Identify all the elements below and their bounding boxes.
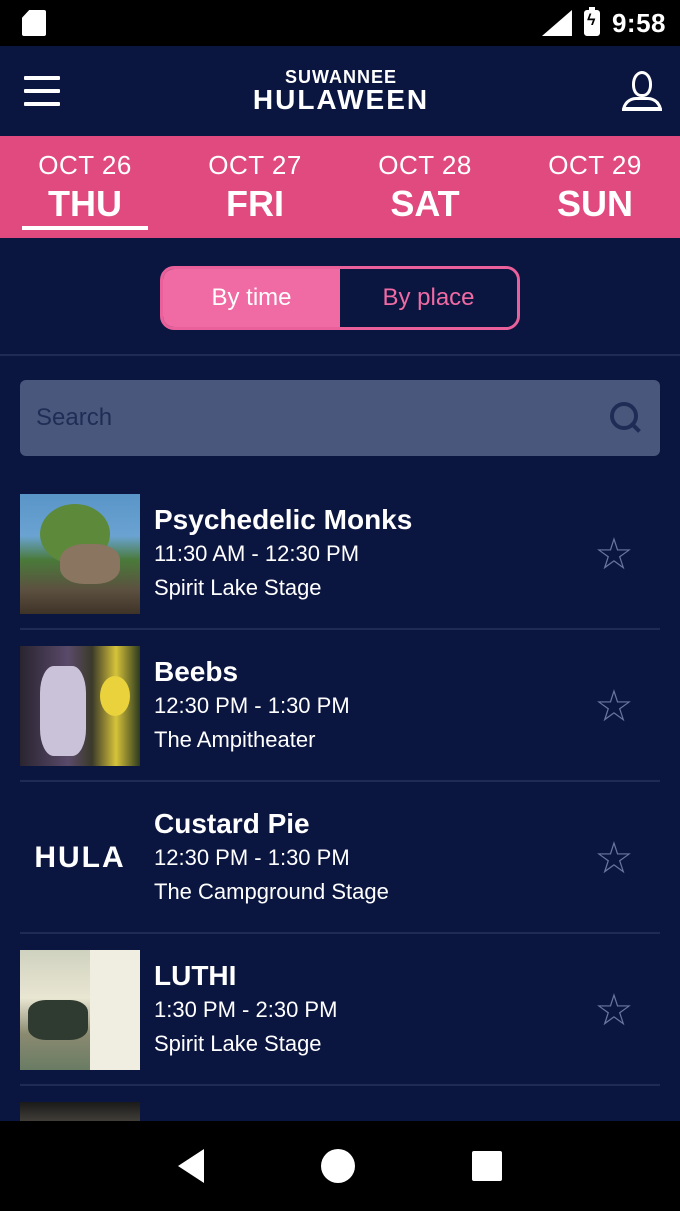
search-icon[interactable]: [608, 400, 644, 436]
view-toggle: By time By place: [160, 266, 520, 330]
star-icon[interactable]: ☆: [584, 980, 644, 1040]
divider: [0, 354, 680, 356]
tab-fri[interactable]: OCT 27 FRI: [170, 136, 340, 238]
stage-name: Spirit Lake Stage: [154, 1031, 322, 1056]
by-time-button[interactable]: By time: [163, 269, 340, 327]
artist-name: Psychedelic Monks: [154, 504, 413, 535]
search-bar: [20, 380, 660, 456]
tab-date: OCT 26: [38, 149, 132, 180]
recents-icon[interactable]: [471, 1151, 502, 1181]
sd-card-icon: [22, 10, 46, 36]
hula-logo-thumbnail: HULA: [20, 798, 140, 918]
artist-thumbnail: [20, 950, 140, 1070]
artist-thumbnail: [20, 494, 140, 614]
day-tabs: OCT 26 THU OCT 27 FRI OCT 28 SAT OCT 29 …: [0, 136, 680, 238]
battery-icon: [583, 7, 600, 36]
artist-name: Custard Pie: [154, 808, 310, 839]
set-time: 11:30 AM - 12:30 PM: [154, 541, 360, 566]
set-time: 1:30 PM - 2:30 PM: [154, 997, 338, 1022]
hula-logo: HULA: [34, 841, 126, 874]
artist-name: LUTHI: [154, 960, 237, 991]
list-item[interactable]: Beebs 12:30 PM - 1:30 PM The Ampitheater…: [0, 630, 680, 782]
set-info: Psychedelic Monks 11:30 AM - 12:30 PM Sp…: [154, 503, 584, 605]
status-time: 9:58: [611, 7, 666, 38]
system-nav-bar: [0, 1121, 680, 1211]
search-input[interactable]: [36, 404, 536, 432]
tab-date: OCT 27: [208, 149, 302, 180]
by-place-button[interactable]: By place: [340, 269, 517, 327]
app-bar: SUWANNEE HULAWEEN: [0, 46, 680, 136]
tab-sun[interactable]: OCT 29 SUN: [510, 136, 680, 238]
stage-name: The Campground Stage: [154, 879, 389, 904]
set-info: Custard Pie 12:30 PM - 1:30 PM The Campg…: [154, 807, 584, 909]
list-item[interactable]: Psychedelic Monks 11:30 AM - 12:30 PM Sp…: [0, 478, 680, 630]
profile-icon[interactable]: [621, 71, 662, 111]
artist-name: Beebs: [154, 656, 239, 687]
tab-day: THU: [48, 182, 122, 224]
status-bar: 9:58: [0, 0, 680, 46]
set-info: Beebs 12:30 PM - 1:30 PM The Ampitheater: [154, 655, 584, 757]
artist-thumbnail: [20, 646, 140, 766]
home-icon[interactable]: [320, 1149, 355, 1183]
set-info: LUTHI 1:30 PM - 2:30 PM Spirit Lake Stag…: [154, 959, 584, 1061]
star-icon[interactable]: ☆: [584, 676, 644, 736]
star-icon[interactable]: ☆: [584, 828, 644, 888]
tab-date: OCT 28: [378, 149, 472, 180]
star-icon[interactable]: ☆: [584, 524, 644, 584]
stage-name: Spirit Lake Stage: [154, 575, 322, 600]
tab-day: SAT: [390, 182, 460, 224]
app-logo: SUWANNEE HULAWEEN: [253, 68, 429, 114]
tab-date: OCT 29: [548, 149, 642, 180]
stage-name: The Ampitheater: [154, 727, 316, 752]
menu-icon[interactable]: [24, 76, 60, 106]
list-item[interactable]: HULA Custard Pie 12:30 PM - 1:30 PM The …: [0, 782, 680, 934]
tab-sat[interactable]: OCT 28 SAT: [340, 136, 510, 238]
set-time: 12:30 PM - 1:30 PM: [154, 693, 350, 718]
signal-icon: [542, 10, 572, 36]
logo-line2: HULAWEEN: [252, 84, 430, 115]
status-indicators: 9:58: [542, 7, 666, 39]
back-icon[interactable]: [178, 1149, 205, 1183]
set-time: 12:30 PM - 1:30 PM: [154, 845, 350, 870]
schedule-list: Psychedelic Monks 11:30 AM - 12:30 PM Sp…: [0, 478, 680, 1211]
list-item[interactable]: LUTHI 1:30 PM - 2:30 PM Spirit Lake Stag…: [0, 934, 680, 1086]
tab-day: FRI: [226, 182, 284, 224]
tab-day: SUN: [556, 182, 633, 224]
tab-thu[interactable]: OCT 26 THU: [0, 136, 170, 238]
